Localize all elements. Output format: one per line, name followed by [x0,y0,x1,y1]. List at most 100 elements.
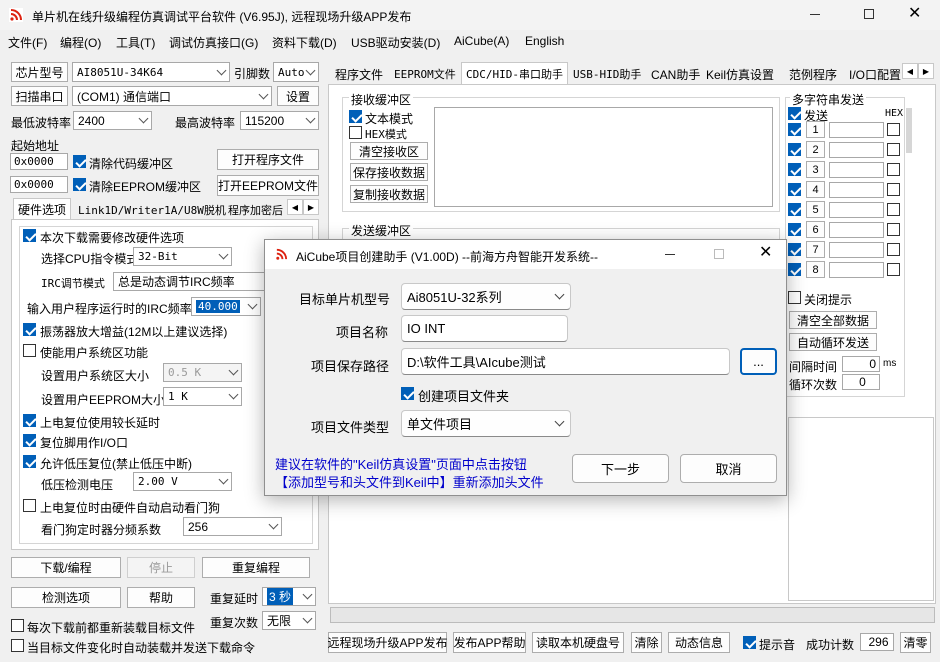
row2-hex-checkbox[interactable] [887,143,900,156]
send-all-checkbox[interactable] [788,107,801,120]
interval-input[interactable]: 0 [842,356,880,372]
tab-usb-hid[interactable]: USB-HID助手 [569,64,645,84]
port-settings-button[interactable]: 设置 [277,86,319,106]
next-button[interactable]: 下一步 [572,454,669,483]
menu-program[interactable]: 编程(O) [60,34,101,51]
cpu-mode-select[interactable]: 32-Bit [133,247,232,266]
tab-hardware-options[interactable]: 硬件选项 [13,198,72,220]
row3-string-input[interactable] [829,162,884,178]
auto-loop-button[interactable]: 自动循环发送 [789,333,877,351]
row8-hex-checkbox[interactable] [887,263,900,276]
row5-send-button[interactable]: 5 [806,201,825,218]
repeat-count-select[interactable]: 无限 [262,611,316,630]
menu-aicube[interactable]: AiCube(A) [454,34,509,48]
row3-send-button[interactable]: 3 [806,161,825,178]
menu-usb-driver[interactable]: USB驱动安装(D) [351,34,440,51]
maximize-icon[interactable] [864,9,874,19]
menu-download[interactable]: 资料下载(D) [272,34,337,51]
publish-app-button[interactable]: 远程现场升级APP发布 [328,632,448,653]
row6-send-checkbox[interactable] [788,223,801,236]
row8-send-checkbox[interactable] [788,263,801,276]
tab-examples[interactable]: 范例程序 [785,64,841,84]
modify-hw-checkbox[interactable] [23,229,36,242]
sys-size-select[interactable]: 0.5 K [163,363,242,382]
copy-receive-button[interactable]: 复制接收数据 [350,185,428,203]
project-name-input[interactable]: IO INT [401,315,568,342]
scan-port-button[interactable]: 扫描串口 [11,86,68,106]
row4-send-button[interactable]: 4 [806,181,825,198]
reset-count-button[interactable]: 清零 [900,632,931,653]
lvr-checkbox[interactable] [23,455,36,468]
dialog-close-icon[interactable]: ✕ [759,245,772,261]
check-options-button[interactable]: 检测选项 [11,587,121,608]
row8-send-button[interactable]: 8 [806,261,825,278]
close-icon[interactable]: ✕ [908,6,921,22]
row2-send-checkbox[interactable] [788,143,801,156]
row1-send-button[interactable]: 1 [806,121,825,138]
menu-english[interactable]: English [525,34,564,48]
clear-button[interactable]: 清除 [631,632,662,653]
row3-hex-checkbox[interactable] [887,163,900,176]
clear-receive-button[interactable]: 清空接收区 [350,142,428,160]
row1-send-checkbox[interactable] [788,123,801,136]
chip-model-select[interactable]: AI8051U-34K64 [72,62,230,82]
right-tab-right-icon[interactable]: ▶ [918,63,934,79]
minimize-icon[interactable] [810,14,820,15]
tab-scroll-left-icon[interactable]: ◀ [287,199,303,215]
receive-textarea[interactable] [434,107,773,207]
close-tip-checkbox[interactable] [788,291,801,304]
tab-encryption[interactable]: 程序加密后 [224,200,287,220]
row5-string-input[interactable] [829,202,884,218]
tab-program-file[interactable]: 程序文件 [331,64,387,84]
text-mode-checkbox[interactable] [349,110,362,123]
row7-send-checkbox[interactable] [788,243,801,256]
stop-button[interactable]: 停止 [127,557,195,578]
multi-string-scrollbar[interactable] [906,108,912,153]
tab-scroll-right-icon[interactable]: ▶ [303,199,319,215]
mcu-model-select[interactable]: Ai8051U-32系列 [401,283,571,310]
reset-io-checkbox[interactable] [23,434,36,447]
user-sys-area-checkbox[interactable] [23,344,36,357]
repeat-program-button[interactable]: 重复编程 [202,557,310,578]
eeprom-address-input[interactable]: 0x0000 [10,176,68,193]
menu-tools[interactable]: 工具(T) [116,34,155,51]
irc-freq-select[interactable]: 40.000 [191,297,261,316]
row7-send-button[interactable]: 7 [806,241,825,258]
reload-checkbox[interactable] [11,619,24,632]
power-delay-checkbox[interactable] [23,414,36,427]
cancel-button[interactable]: 取消 [680,454,777,483]
row5-send-checkbox[interactable] [788,203,801,216]
hex-mode-checkbox[interactable] [349,126,362,139]
row4-hex-checkbox[interactable] [887,183,900,196]
row6-string-input[interactable] [829,222,884,238]
save-path-input[interactable]: D:\软件工具\AIcube测试 [401,348,730,375]
menu-debug[interactable]: 调试仿真接口(G) [169,34,258,51]
open-program-file-button[interactable]: 打开程序文件 [217,149,319,170]
tab-cdc-hid-serial[interactable]: CDC/HID-串口助手 [461,62,568,84]
beep-checkbox[interactable] [743,636,756,649]
row7-hex-checkbox[interactable] [887,243,900,256]
code-address-input[interactable]: 0x0000 [10,153,68,170]
eeprom-size-select[interactable]: 1 K [163,387,242,406]
port-select[interactable]: (COM1) 通信端口 [72,86,272,106]
irc-mode-select[interactable]: 总是动态调节IRC频率 [113,272,273,291]
row6-hex-checkbox[interactable] [887,223,900,236]
clear-eeprom-checkbox[interactable] [73,178,86,191]
max-baud-select[interactable]: 115200 [240,111,319,130]
create-folder-checkbox[interactable] [401,387,414,400]
download-button[interactable]: 下载/编程 [11,557,121,578]
dialog-minimize-icon[interactable] [665,254,675,255]
row2-send-button[interactable]: 2 [806,141,825,158]
row3-send-checkbox[interactable] [788,163,801,176]
save-receive-button[interactable]: 保存接收数据 [350,163,428,181]
menu-file[interactable]: 文件(F) [8,34,47,51]
tab-can[interactable]: CAN助手 [647,64,704,84]
publish-help-button[interactable]: 发布APP帮助 [453,632,526,653]
tab-eeprom-file[interactable]: EEPROM文件 [390,64,460,84]
row4-string-input[interactable] [829,182,884,198]
browse-button[interactable]: ... [740,348,777,375]
loop-count-input[interactable]: 0 [842,374,880,390]
tab-keil-sim[interactable]: Keil仿真设置 [702,64,778,84]
clear-all-button[interactable]: 清空全部数据 [789,311,877,329]
row1-hex-checkbox[interactable] [887,123,900,136]
